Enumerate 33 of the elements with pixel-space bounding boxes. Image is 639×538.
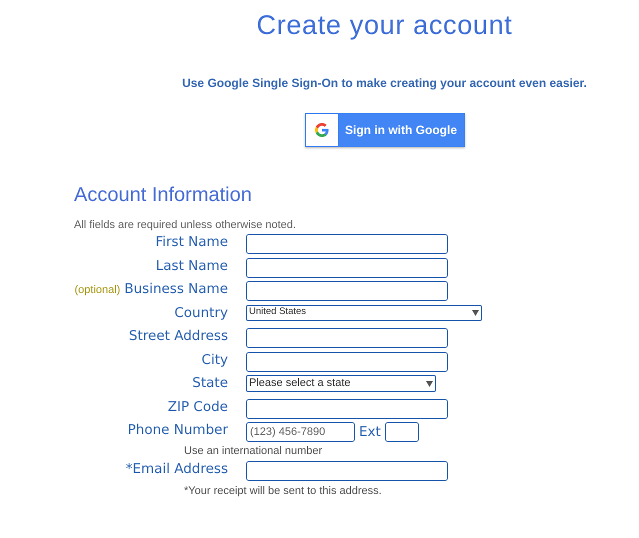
hint-text: Use an international number bbox=[184, 444, 322, 458]
text-field[interactable] bbox=[246, 352, 448, 372]
field-label: Last Name bbox=[156, 256, 228, 274]
google-g-icon bbox=[314, 122, 328, 136]
text-field[interactable] bbox=[246, 234, 448, 254]
field-label: City bbox=[202, 350, 228, 368]
required-note: All fields are required unless otherwise noted. bbox=[74, 218, 297, 232]
page-title: Create your account bbox=[256, 9, 512, 42]
ext-field[interactable] bbox=[384, 422, 419, 442]
field-label: Country bbox=[174, 304, 228, 322]
dropdown-arrow-icon bbox=[426, 380, 433, 386]
sso-prompt: Use Google Single Sign-On to make creating your account even easier. bbox=[182, 74, 587, 92]
field-label: Business Name bbox=[124, 280, 228, 298]
google-sign-in-button[interactable]: Sign in with Google bbox=[304, 112, 464, 146]
field-label: *Email Address bbox=[126, 460, 228, 478]
text-field[interactable] bbox=[246, 258, 448, 278]
text-field[interactable] bbox=[246, 398, 448, 418]
text-field[interactable] bbox=[246, 281, 448, 301]
dropdown[interactable]: United States bbox=[246, 304, 482, 320]
field-label: First Name bbox=[155, 233, 228, 251]
field-label: State bbox=[192, 374, 228, 392]
optional-tag: (optional) bbox=[74, 282, 120, 298]
text-field[interactable] bbox=[246, 328, 448, 348]
ext-label: Ext bbox=[359, 423, 381, 441]
field-label: ZIP Code bbox=[168, 398, 228, 416]
field-label: Phone Number bbox=[128, 421, 228, 439]
section-heading: Account Information bbox=[74, 182, 253, 208]
dropdown-arrow-icon bbox=[472, 310, 479, 316]
dropdown[interactable]: Please select a state bbox=[246, 375, 436, 392]
text-field[interactable] bbox=[246, 460, 448, 480]
field-label: Street Address bbox=[128, 327, 228, 345]
hint-text: *Your receipt will be sent to this address. bbox=[184, 484, 382, 499]
phone-field[interactable]: (123) 456-7890 bbox=[246, 422, 355, 442]
